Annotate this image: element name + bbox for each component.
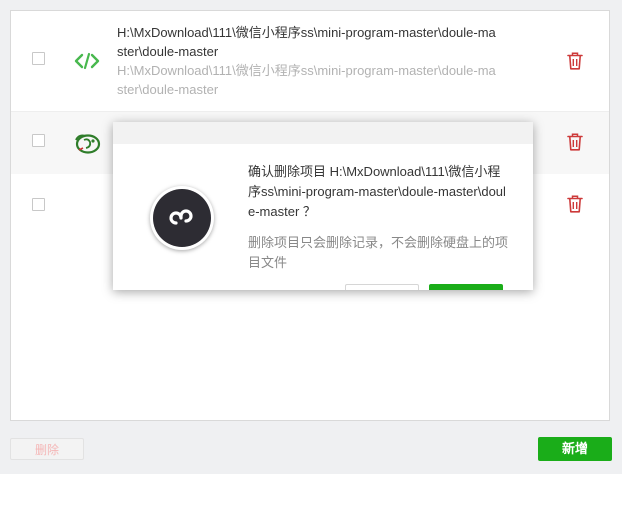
mini-program-logo-icon	[150, 186, 214, 250]
trash-icon[interactable]	[566, 132, 584, 152]
link-icon	[169, 209, 193, 225]
dialog-titlebar[interactable]	[113, 122, 533, 144]
project-checkbox[interactable]	[32, 134, 45, 147]
project-checkbox[interactable]	[32, 52, 45, 65]
dialog-note: 删除项目只会删除记录，不会删除硬盘上的项目文件	[248, 235, 509, 270]
app-logo-icon	[75, 134, 101, 154]
project-checkbox[interactable]	[32, 198, 45, 211]
delete-button[interactable]: 删除	[10, 438, 84, 460]
project-subpath: H:\MxDownload\111\微信小程序ss\mini-program-m…	[117, 63, 496, 97]
trash-icon[interactable]	[566, 51, 584, 71]
confirm-delete-dialog: 确认删除项目 H:\MxDownload\111\微信小程序ss\mini-pr…	[113, 122, 533, 290]
trash-icon[interactable]	[566, 194, 584, 214]
code-icon	[74, 52, 100, 70]
dialog-confirm-button[interactable]	[429, 284, 503, 290]
project-path: H:\MxDownload\111\微信小程序ss\mini-program-m…	[117, 25, 496, 59]
project-row[interactable]: H:\MxDownload\111\微信小程序ss\mini-program-m…	[11, 11, 609, 112]
dialog-cancel-button[interactable]	[345, 284, 419, 290]
dialog-message: 确认删除项目 H:\MxDownload\111\微信小程序ss\mini-pr…	[248, 164, 506, 219]
add-button[interactable]: 新增	[538, 437, 612, 461]
